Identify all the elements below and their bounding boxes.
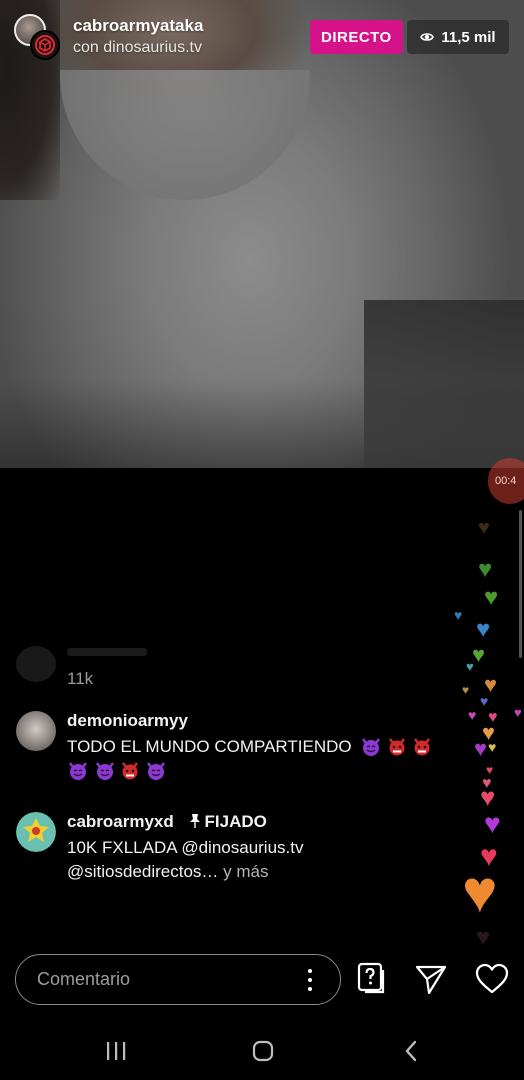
recent-apps-button[interactable] (101, 1036, 131, 1066)
faded-comment-text: 11k (67, 669, 94, 688)
comment-username[interactable]: cabroarmyxd FIJADO (67, 812, 267, 832)
heart-icon: ♥ (478, 556, 493, 583)
heart-icon: ♥ (466, 659, 474, 674)
heart-icon: ♥ (462, 858, 498, 925)
questions-button[interactable] (354, 962, 388, 996)
live-video (0, 0, 524, 468)
pinned-comment[interactable]: cabroarmyxd FIJADO 10K FXLLADA @dinosaur… (16, 812, 446, 892)
smiling-imp-emoji-icon (362, 738, 381, 756)
pinned-text: FIJADO (204, 812, 267, 831)
video-shadow (0, 380, 524, 468)
heart-icon (475, 963, 509, 994)
heart-icon: ♥ (462, 683, 470, 697)
host-username[interactable]: cabroarmyataka (73, 16, 203, 36)
send-icon (415, 965, 447, 995)
ogre-emoji-icon (413, 738, 430, 756)
heart-icon: ♥ (488, 739, 497, 755)
heart-icon: ♥ (474, 736, 488, 761)
guest-avatar[interactable] (30, 30, 60, 60)
pinned-line-2: @sitiosdedirectos… (67, 862, 219, 881)
floating-hearts: ♥ ♥ ♥ ♥ ♥ ♥ ♥ ♥ ♥ ♥ ♥ ♥ ♥ ♥ ♥ ♥ ♥ ♥ ♥ ♥ … (440, 500, 524, 960)
home-button[interactable] (248, 1036, 278, 1066)
more-vertical-icon (308, 987, 312, 991)
faded-comment: 11k (16, 646, 316, 688)
more-vertical-icon (308, 969, 312, 973)
home-icon (252, 1040, 274, 1062)
avatar-art-icon (16, 812, 56, 852)
video-collar-shape (60, 70, 310, 200)
ogre-emoji-icon (122, 762, 139, 780)
pin-icon (189, 814, 200, 828)
share-button[interactable] (414, 962, 448, 996)
live-badge: DIRECTO (310, 20, 403, 54)
pinned-comment-username[interactable]: cabroarmyxd (67, 812, 174, 831)
more-vertical-icon (308, 978, 312, 982)
comment-username[interactable]: demonioarmyy (67, 711, 188, 731)
comment-body: TODO EL MUNDO COMPARTIENDO (67, 737, 352, 756)
pinned-line-1: 10K FXLLADA @dinosaurius.tv (67, 838, 304, 857)
heart-icon: ♥ (476, 924, 491, 951)
system-navigation-bar (0, 1020, 524, 1080)
eye-icon (420, 33, 435, 41)
heart-icon: ♥ (514, 705, 522, 720)
live-header: cabroarmyataka con dinosaurius.tv DIRECT… (0, 0, 524, 70)
guest-line[interactable]: con dinosaurius.tv (73, 39, 202, 57)
heart-icon: ♥ (478, 517, 490, 539)
timer-text: 00:4 (495, 475, 517, 487)
avatar[interactable] (16, 711, 56, 751)
like-button[interactable] (475, 962, 509, 996)
viewer-count: 11,5 mil (441, 28, 496, 46)
smiling-imp-emoji-icon (95, 762, 114, 780)
avatar[interactable] (16, 812, 56, 852)
ogre-emoji-icon (389, 738, 406, 756)
timer-bubble: 00:4 (488, 458, 524, 504)
more-link[interactable]: y más (223, 862, 268, 881)
heart-icon: ♥ (480, 693, 489, 709)
faded-username (67, 648, 147, 656)
pinned-label: FIJADO (189, 812, 267, 831)
comment-item[interactable]: demonioarmyy TODO EL MUNDO COMPARTIENDO (16, 711, 446, 791)
heart-icon: ♥ (484, 584, 499, 611)
heart-icon: ♥ (468, 707, 477, 723)
back-button[interactable] (396, 1036, 426, 1066)
more-options-button[interactable] (303, 966, 317, 994)
smiling-imp-emoji-icon (69, 762, 87, 780)
recent-apps-icon (107, 1042, 126, 1060)
heart-icon: ♥ (476, 616, 491, 643)
heart-icon: ♥ (480, 782, 496, 812)
comment-text: 10K FXLLADA @dinosaurius.tv @sitiosdedir… (67, 836, 452, 884)
smiling-imp-emoji-icon (147, 762, 166, 780)
question-card-icon (357, 962, 385, 994)
host-avatars[interactable] (14, 14, 62, 60)
avatar (16, 646, 56, 682)
viewer-count-badge[interactable]: 11,5 mil (407, 20, 509, 54)
back-icon (405, 1040, 417, 1062)
heart-icon: ♥ (484, 808, 501, 839)
comment-input[interactable] (15, 954, 341, 1005)
comment-text: TODO EL MUNDO COMPARTIENDO (67, 735, 452, 783)
cube-logo-icon (35, 35, 55, 55)
heart-icon: ♥ (454, 607, 463, 623)
